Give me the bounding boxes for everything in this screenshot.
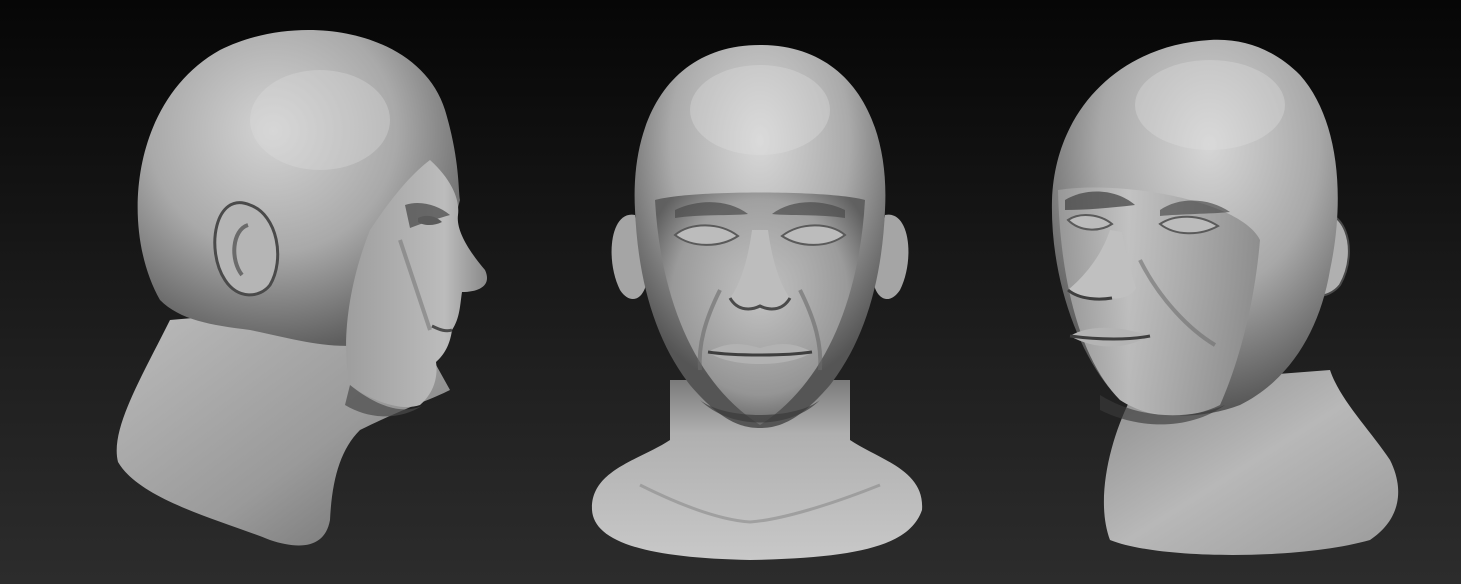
- head-sculpt-profile: [116, 30, 488, 546]
- head-sculpt-three-quarter: [1051, 39, 1399, 555]
- head-sculpt-front: [591, 45, 923, 560]
- viewport: [0, 0, 1461, 584]
